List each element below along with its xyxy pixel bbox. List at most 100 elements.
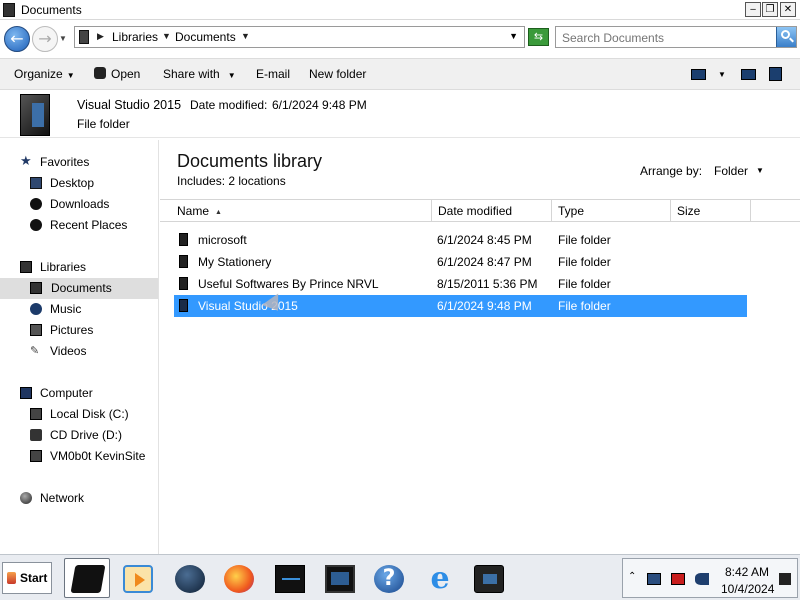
downloads-icon xyxy=(30,198,42,210)
taskbar-monitor-app[interactable] xyxy=(266,558,312,598)
taskbar-explorer[interactable] xyxy=(64,558,110,598)
details-date-label: Date modified: xyxy=(190,98,268,112)
nav-favorites[interactable]: ★ Favorites xyxy=(20,152,150,173)
alert-icon[interactable] xyxy=(671,573,685,585)
column-type[interactable]: Type xyxy=(552,200,671,222)
explorer-icon xyxy=(70,565,106,593)
refresh-button[interactable]: ⇆ xyxy=(528,28,549,46)
star-icon: ★ xyxy=(20,154,32,169)
documents-icon xyxy=(30,282,42,294)
desktop-icon xyxy=(30,177,42,189)
breadcrumb-root-arrow[interactable]: ▶ xyxy=(97,31,104,42)
open-button[interactable]: Open xyxy=(94,67,140,81)
nav-network[interactable]: Network xyxy=(20,488,150,509)
details-type: File folder xyxy=(77,117,130,131)
sort-ascending-icon: ▲ xyxy=(215,209,222,216)
pictures-icon xyxy=(30,324,42,336)
start-button[interactable]: Start xyxy=(2,562,52,594)
clock-time[interactable]: 8:42 AM xyxy=(725,565,769,579)
breadcrumb-libraries-arrow[interactable]: ▼ xyxy=(162,31,171,41)
nav-videos[interactable]: ✎ Videos xyxy=(30,341,150,362)
forward-button[interactable]: → xyxy=(32,26,58,52)
nav-music[interactable]: Music xyxy=(30,299,150,320)
library-locations-link[interactable]: Includes: 2 locations xyxy=(177,174,286,188)
change-view-icon[interactable] xyxy=(691,69,706,80)
column-size[interactable]: Size xyxy=(671,200,751,222)
taskbar-globe-app[interactable] xyxy=(166,558,212,598)
nav-local-disk[interactable]: Local Disk (C:) xyxy=(30,404,150,425)
media-player-icon xyxy=(123,565,153,593)
file-row[interactable]: My Stationery 6/1/2024 8:47 PM File fold… xyxy=(174,251,747,273)
breadcrumb-libraries[interactable]: Libraries xyxy=(112,30,158,44)
new-folder-button[interactable]: New folder xyxy=(309,67,366,81)
view-options-dropdown[interactable]: ▼ xyxy=(718,70,726,79)
network-icon xyxy=(20,492,32,504)
address-box[interactable]: ▶ Libraries ▼ Documents ▼ ▼ xyxy=(74,26,525,48)
breadcrumb-documents-arrow[interactable]: ▼ xyxy=(241,31,250,41)
file-row[interactable]: microsoft 6/1/2024 8:45 PM File folder xyxy=(174,229,747,251)
show-hidden-icons-button[interactable]: ⌃ xyxy=(628,571,636,582)
taskbar-internet-explorer[interactable]: e xyxy=(416,558,462,598)
column-name[interactable]: Name ▲ xyxy=(160,200,432,222)
libraries-icon xyxy=(20,261,32,273)
cd-drive-icon xyxy=(30,429,42,441)
taskbar-dark-app[interactable] xyxy=(465,558,511,598)
taskbar-firefox[interactable] xyxy=(215,558,261,598)
help-icon: ? xyxy=(374,565,404,593)
folder-icon xyxy=(179,277,188,290)
nav-documents[interactable]: Documents xyxy=(0,278,158,299)
nav-libraries[interactable]: Libraries xyxy=(20,257,150,278)
music-icon xyxy=(30,303,42,315)
search-box[interactable] xyxy=(555,26,797,48)
chevron-down-icon: ▼ xyxy=(227,71,236,80)
breadcrumb-documents[interactable]: Documents xyxy=(175,30,236,44)
minimize-button[interactable]: ‒ xyxy=(745,2,761,17)
nav-pictures[interactable]: Pictures xyxy=(30,320,150,341)
address-history-dropdown[interactable]: ▼ xyxy=(509,31,518,41)
action-center-icon[interactable] xyxy=(779,573,791,585)
file-row[interactable]: Useful Softwares By Prince NRVL 8/15/201… xyxy=(174,273,747,295)
system-tray: ⌃ 8:42 AM 10/4/2024 xyxy=(622,558,798,598)
clock-date[interactable]: 10/4/2024 xyxy=(721,582,774,596)
monitor-icon xyxy=(275,565,305,593)
recent-places-icon xyxy=(30,219,42,231)
help-icon[interactable] xyxy=(769,67,782,81)
network-status-icon[interactable] xyxy=(647,573,661,585)
address-bar: ← → ▼ ▶ Libraries ▼ Documents ▼ ▼ ⇆ xyxy=(0,21,800,57)
taskbar-display-app[interactable] xyxy=(316,558,362,598)
column-date-modified[interactable]: Date modified xyxy=(432,200,552,222)
details-pane: Visual Studio 2015 Date modified: 6/1/20… xyxy=(0,90,800,138)
nav-downloads[interactable]: Downloads xyxy=(30,194,150,215)
nav-recent-places[interactable]: Recent Places xyxy=(30,215,150,236)
preview-pane-icon[interactable] xyxy=(741,69,756,80)
email-button[interactable]: E-mail xyxy=(256,67,290,81)
taskbar: Start ? e ⌃ 8:42 AM 10/4/2024 xyxy=(0,554,800,600)
share-with-button[interactable]: Share with ▼ xyxy=(163,67,236,81)
computer-icon xyxy=(20,387,32,399)
command-bar: Organize ▼ Open Share with ▼ E-mail New fo… xyxy=(0,58,800,90)
close-button[interactable]: ✕ xyxy=(780,2,796,17)
details-name: Visual Studio 2015 xyxy=(77,98,182,112)
back-button[interactable]: ← xyxy=(4,26,30,52)
folder-icon xyxy=(179,233,188,246)
nav-computer[interactable]: Computer xyxy=(20,383,150,404)
search-button[interactable] xyxy=(776,27,796,47)
nav-desktop[interactable]: Desktop xyxy=(30,173,150,194)
taskbar-help[interactable]: ? xyxy=(365,558,411,598)
organize-button[interactable]: Organize ▼ xyxy=(14,67,75,81)
hard-drive-icon xyxy=(30,408,42,420)
volume-icon[interactable] xyxy=(695,573,709,585)
search-input[interactable] xyxy=(562,30,772,45)
nav-cd-drive[interactable]: CD Drive (D:) xyxy=(30,425,150,446)
maximize-button[interactable]: ❐ xyxy=(762,2,778,17)
chevron-down-icon: ▼ xyxy=(66,71,75,80)
chevron-down-icon[interactable]: ▼ xyxy=(756,166,764,175)
file-row-selected[interactable]: Visual Studio 2015 6/1/2024 9:48 PM File… xyxy=(174,295,747,317)
internet-explorer-icon: e xyxy=(430,561,450,596)
taskbar-media-player[interactable] xyxy=(114,558,160,598)
nav-network-location[interactable]: VM0b0t KevinSite xyxy=(30,446,155,467)
recent-pages-dropdown[interactable]: ▼ xyxy=(59,34,67,43)
arrange-by-label: Arrange by: xyxy=(640,164,703,178)
network-drive-icon xyxy=(30,450,42,462)
arrange-by-dropdown[interactable]: Folder xyxy=(714,164,748,178)
